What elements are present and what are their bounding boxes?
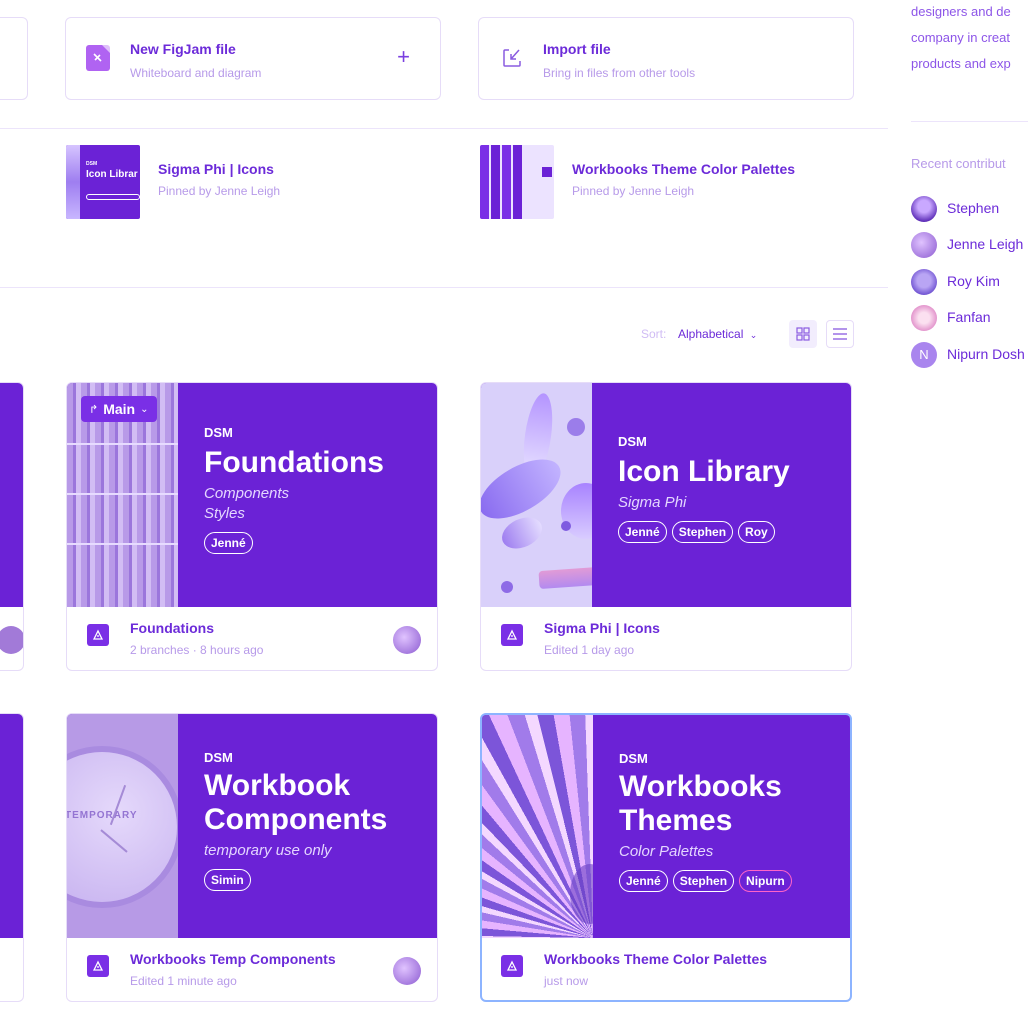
cover-workbooks-themes: DSM Workbooks Themes Color Palettes Jenn… <box>482 715 850 938</box>
team-description: products and exp <box>911 56 1011 71</box>
grid-view-button[interactable] <box>789 320 817 348</box>
cover-subtitle: temporary use only <box>204 842 332 859</box>
file-card-workbook-components[interactable]: TEMPORARY DSM Workbook Components tempor… <box>66 713 438 1002</box>
plus-icon[interactable]: + <box>397 46 410 68</box>
cover-subtitle: Color Palettes <box>619 843 714 860</box>
contributor-chip: Jenné <box>618 521 667 543</box>
card-partial-left-1[interactable] <box>0 382 24 671</box>
import-icon <box>501 47 523 74</box>
cover-title: Workbooks <box>619 770 782 803</box>
cover-eyebrow: DSM <box>204 750 233 765</box>
clock-text: TEMPORARY <box>67 810 138 821</box>
swatch-cover-image <box>482 715 593 938</box>
card-partial-left-2[interactable] <box>0 713 24 1002</box>
list-icon <box>833 328 847 340</box>
contributor-name: Fanfan <box>947 309 991 325</box>
recent-contributors-heading: Recent contribut <box>911 156 1006 171</box>
design-file-icon <box>501 955 523 977</box>
contributor-chip: Roy <box>738 521 775 543</box>
team-description: designers and de <box>911 4 1011 19</box>
contributor-chip: Simin <box>204 869 251 891</box>
file-card-foundations[interactable]: ↱ Main ⌄ DSM Foundations Components Styl… <box>66 382 438 671</box>
cover-workbook-components: TEMPORARY DSM Workbook Components tempor… <box>67 714 437 938</box>
branch-icon: ↱ <box>89 403 99 416</box>
clock-cover-image: TEMPORARY <box>67 714 178 938</box>
team-description: company in creat <box>911 30 1010 45</box>
sort-dropdown[interactable]: Alphabetical ⌄ <box>678 327 757 341</box>
chevron-down-icon: ⌄ <box>749 330 758 340</box>
design-file-icon <box>501 624 523 646</box>
divider <box>0 287 888 288</box>
pinned-subtitle-palettes: Pinned by Jenne Leigh <box>572 184 695 198</box>
contributor-name: Stephen <box>947 200 1000 216</box>
avatar <box>911 305 937 331</box>
file-card-workbooks-themes[interactable]: DSM Workbooks Themes Color Palettes Jenn… <box>480 713 852 1002</box>
file-meta: just now <box>544 974 589 988</box>
cover-eyebrow: DSM <box>204 425 233 440</box>
avatar <box>911 196 937 222</box>
import-file-card[interactable]: Import file Bring in files from other to… <box>478 17 854 100</box>
file-card-icon-library[interactable]: DSM Icon Library Sigma Phi Jenné Stephen… <box>480 382 852 671</box>
list-view-button[interactable] <box>826 320 854 348</box>
design-file-icon <box>87 955 109 977</box>
contributor-chip: Stephen <box>672 870 735 892</box>
avatar-partial <box>0 626 23 654</box>
contributor-chip: Nipurn <box>739 870 792 892</box>
cover-title: Icon Library <box>618 455 790 488</box>
pinned-thumbnail-icons[interactable]: DSM Icon Librar <box>66 145 140 219</box>
pinned-title-palettes[interactable]: Workbooks Theme Color Palettes <box>572 161 795 177</box>
contributor-chip: Stephen <box>671 521 734 543</box>
cover-subtitle: Sigma Phi <box>618 494 687 511</box>
cover-eyebrow: DSM <box>619 751 648 766</box>
branch-label: Main <box>103 401 136 417</box>
contributor-name: Nipurn Dosh <box>947 346 1025 362</box>
new-figjam-title: New FigJam file <box>130 41 236 57</box>
cover-foundations: ↱ Main ⌄ DSM Foundations Components Styl… <box>67 383 437 607</box>
cover-eyebrow: DSM <box>618 434 647 449</box>
avatar <box>393 626 421 654</box>
design-file-icon <box>87 624 109 646</box>
cover-title: Components <box>204 803 388 836</box>
cover-subtitle: Styles <box>204 505 245 522</box>
figjam-file-icon <box>86 45 110 71</box>
branch-selector[interactable]: ↱ Main ⌄ <box>81 396 157 422</box>
shapes-cover-image <box>481 383 592 607</box>
pinned-subtitle-icons: Pinned by Jenne Leigh <box>158 184 281 198</box>
divider <box>0 128 888 129</box>
avatar-initial: N <box>911 342 937 368</box>
pinned-title-icons[interactable]: Sigma Phi | Icons <box>158 161 274 177</box>
file-title: Workbooks Temp Components <box>130 951 336 967</box>
file-meta: 2 branches · 8 hours ago <box>130 643 264 657</box>
new-figjam-file-card[interactable]: New FigJam file Whiteboard and diagram + <box>65 17 441 100</box>
import-file-subtitle: Bring in files from other tools <box>543 66 696 80</box>
file-meta: Edited 1 day ago <box>544 643 635 657</box>
cover-title: Workbook <box>204 769 351 802</box>
file-title: Workbooks Theme Color Palettes <box>544 951 768 967</box>
cover-subtitle: Components <box>204 485 290 502</box>
file-title: Foundations <box>130 620 214 636</box>
contributor-name: Roy Kim <box>947 273 1000 289</box>
divider <box>911 121 1028 122</box>
pinned-thumb-label: Icon Librar <box>86 169 138 180</box>
import-file-title: Import file <box>543 41 611 57</box>
sort-value: Alphabetical <box>678 327 744 341</box>
cover-title: Foundations <box>204 446 384 479</box>
file-title: Sigma Phi | Icons <box>544 620 660 636</box>
chevron-down-icon: ⌄ <box>140 403 149 415</box>
grid-icon <box>796 327 810 341</box>
pinned-thumbnail-palettes[interactable] <box>480 145 554 219</box>
sort-label: Sort: <box>641 327 667 341</box>
contributor-chip: Jenné <box>619 870 668 892</box>
avatar <box>911 232 937 258</box>
file-meta: Edited 1 minute ago <box>130 974 237 988</box>
new-figjam-subtitle: Whiteboard and diagram <box>130 66 262 80</box>
avatar <box>911 269 937 295</box>
avatar <box>393 957 421 985</box>
cover-title: Themes <box>619 804 733 837</box>
cover-icon-library: DSM Icon Library Sigma Phi Jenné Stephen… <box>481 383 851 607</box>
contributor-name: Jenne Leigh <box>947 236 1024 252</box>
create-card-partial[interactable] <box>0 17 28 100</box>
contributor-chip: Jenné <box>204 532 253 554</box>
